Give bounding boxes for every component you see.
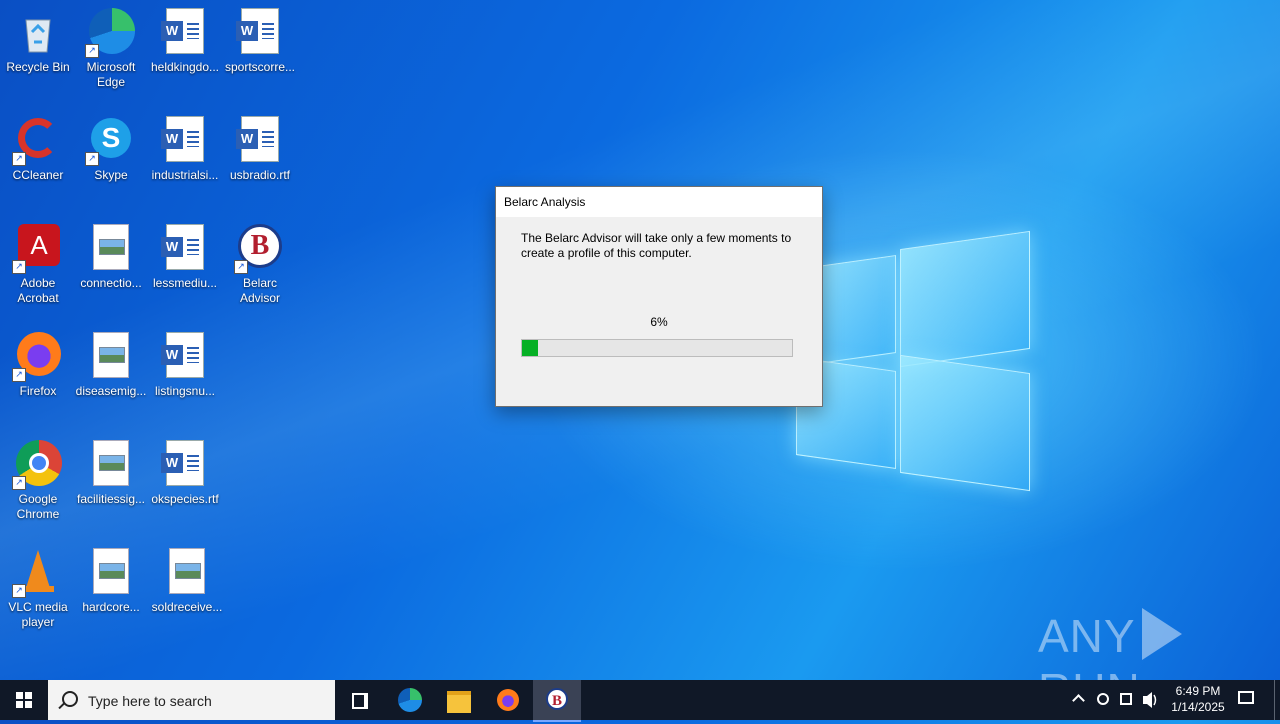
icon-label: Adobe Acrobat bbox=[17, 276, 59, 305]
desktop-icon-industrialsi[interactable]: W industrialsi... bbox=[147, 116, 223, 183]
desktop-icon-connectio[interactable]: connectio... bbox=[73, 224, 149, 291]
desktop-icon-sportscorre[interactable]: W sportscorre... bbox=[222, 8, 298, 75]
edge-icon: ↗ bbox=[85, 8, 135, 58]
icon-label: facilitiessig... bbox=[76, 492, 146, 506]
skype-icon: S ↗ bbox=[85, 116, 135, 166]
desktop-icon-ccleaner[interactable]: ↗ CCleaner bbox=[0, 116, 76, 183]
word-document-icon: W bbox=[161, 224, 209, 272]
adobe-acrobat-icon: A ↗ bbox=[12, 224, 62, 274]
desktop-icon-microsoft-edge[interactable]: ↗ Microsoft Edge bbox=[73, 8, 149, 90]
desktop-icon-google-chrome[interactable]: ↗ Google Chrome bbox=[0, 440, 76, 522]
image-file-icon bbox=[87, 440, 135, 488]
search-icon bbox=[62, 691, 78, 707]
windows-logo-wallpaper bbox=[796, 230, 1031, 492]
icon-label: Skype bbox=[94, 168, 128, 182]
desktop-icon-soldreceive[interactable]: soldreceive... bbox=[149, 548, 225, 615]
word-document-icon: W bbox=[161, 116, 209, 164]
search-input[interactable] bbox=[86, 680, 330, 722]
icon-label: heldkingdo... bbox=[150, 60, 220, 74]
windows-start-icon bbox=[16, 692, 32, 708]
show-hidden-icons-chevron-icon[interactable] bbox=[1071, 680, 1087, 720]
icon-label: hardcore... bbox=[82, 600, 140, 614]
icon-label: VLC media player bbox=[8, 600, 68, 629]
ccleaner-icon: ↗ bbox=[12, 116, 62, 166]
taskbar: B 6:49 PM 1/14/2025 bbox=[0, 680, 1280, 723]
belarc-icon: B bbox=[546, 688, 568, 710]
taskbar-search[interactable] bbox=[48, 680, 335, 722]
desktop-icon-vlc[interactable]: ↗ VLC media player bbox=[0, 548, 76, 630]
icon-label: listingsnu... bbox=[154, 384, 216, 398]
desktop-icon-usbradio[interactable]: W usbradio.rtf bbox=[222, 116, 298, 183]
volume-icon[interactable] bbox=[1141, 680, 1159, 720]
image-file-icon bbox=[87, 548, 135, 596]
edge-icon bbox=[398, 688, 422, 712]
desktop-icon-listingsnu[interactable]: W listingsnu... bbox=[147, 332, 223, 399]
icon-label: soldreceive... bbox=[151, 600, 223, 614]
icon-label: Recycle Bin bbox=[6, 60, 70, 74]
watermark-text-left: ANY bbox=[1038, 610, 1136, 662]
play-icon bbox=[1141, 608, 1182, 660]
task-view-icon bbox=[352, 693, 366, 709]
icon-label: CCleaner bbox=[12, 168, 64, 182]
taskbar-edge-button[interactable] bbox=[386, 680, 434, 720]
image-file-icon bbox=[87, 332, 135, 380]
firefox-icon bbox=[497, 689, 519, 711]
action-center-button[interactable] bbox=[1236, 680, 1260, 720]
desktop-icon-skype[interactable]: S ↗ Skype bbox=[73, 116, 149, 183]
desktop-icon-heldkingdo[interactable]: W heldkingdo... bbox=[147, 8, 223, 75]
icon-label: diseasemig... bbox=[75, 384, 147, 398]
icon-label: Belarc Advisor bbox=[239, 276, 280, 305]
word-document-icon: W bbox=[161, 8, 209, 56]
firefox-icon: ↗ bbox=[12, 332, 62, 382]
desktop-icon-facilitiessig[interactable]: facilitiessig... bbox=[73, 440, 149, 507]
desktop-icon-okspecies[interactable]: W okspecies.rtf bbox=[147, 440, 223, 507]
icon-label: Google Chrome bbox=[16, 492, 60, 521]
word-document-icon: W bbox=[161, 440, 209, 488]
notification-icon bbox=[1238, 691, 1254, 704]
chrome-icon: ↗ bbox=[12, 440, 62, 490]
icon-label: okspecies.rtf bbox=[151, 492, 219, 506]
dialog-message: The Belarc Advisor will take only a few … bbox=[521, 231, 792, 260]
icon-label: usbradio.rtf bbox=[229, 168, 291, 182]
icon-label: lessmediu... bbox=[152, 276, 218, 290]
meet-now-icon[interactable] bbox=[1095, 680, 1113, 720]
clock-time: 6:49 PM bbox=[1175, 684, 1221, 698]
word-document-icon: W bbox=[161, 332, 209, 380]
file-explorer-icon bbox=[447, 691, 471, 713]
image-file-icon bbox=[163, 548, 211, 596]
desktop-icon-lessmediu[interactable]: W lessmediu... bbox=[147, 224, 223, 291]
word-document-icon: W bbox=[236, 116, 284, 164]
desktop-icon-recycle-bin[interactable]: Recycle Bin bbox=[0, 8, 76, 75]
taskbar-clock[interactable]: 6:49 PM 1/14/2025 bbox=[1160, 680, 1236, 723]
icon-label: Microsoft Edge bbox=[86, 60, 136, 89]
desktop-icon-belarc-advisor[interactable]: B ↗ Belarc Advisor bbox=[222, 224, 298, 306]
progress-percent: 6% bbox=[650, 315, 668, 329]
icon-label: industrialsi... bbox=[151, 168, 219, 182]
image-file-icon bbox=[87, 224, 135, 272]
show-desktop-button[interactable] bbox=[1274, 680, 1275, 720]
clock-date: 1/14/2025 bbox=[1171, 700, 1225, 714]
network-icon[interactable] bbox=[1118, 680, 1136, 720]
vlc-cone-icon: ↗ bbox=[12, 548, 62, 598]
desktop-icon-hardcore[interactable]: hardcore... bbox=[73, 548, 149, 615]
icon-label: sportscorre... bbox=[224, 60, 296, 74]
icon-label: connectio... bbox=[80, 276, 142, 290]
desktop-icon-firefox[interactable]: ↗ Firefox bbox=[0, 332, 76, 399]
taskbar-belarc-button[interactable]: B bbox=[533, 680, 581, 722]
icon-label: Firefox bbox=[19, 384, 57, 398]
desktop-icon-adobe-acrobat[interactable]: A ↗ Adobe Acrobat bbox=[0, 224, 76, 306]
progress-fill bbox=[522, 340, 539, 356]
belarc-analysis-dialog: Belarc Analysis The Belarc Advisor will … bbox=[495, 186, 823, 407]
start-button[interactable] bbox=[0, 680, 48, 720]
desktop-icon-diseasemig[interactable]: diseasemig... bbox=[73, 332, 149, 399]
taskbar-firefox-button[interactable] bbox=[484, 680, 532, 720]
belarc-advisor-icon: B ↗ bbox=[234, 224, 284, 274]
taskbar-file-explorer-button[interactable] bbox=[435, 680, 483, 720]
progress-bar bbox=[521, 339, 793, 357]
dialog-title[interactable]: Belarc Analysis bbox=[496, 187, 822, 217]
recycle-bin-icon bbox=[14, 8, 62, 56]
task-view-button[interactable] bbox=[336, 680, 384, 720]
word-document-icon: W bbox=[236, 8, 284, 56]
